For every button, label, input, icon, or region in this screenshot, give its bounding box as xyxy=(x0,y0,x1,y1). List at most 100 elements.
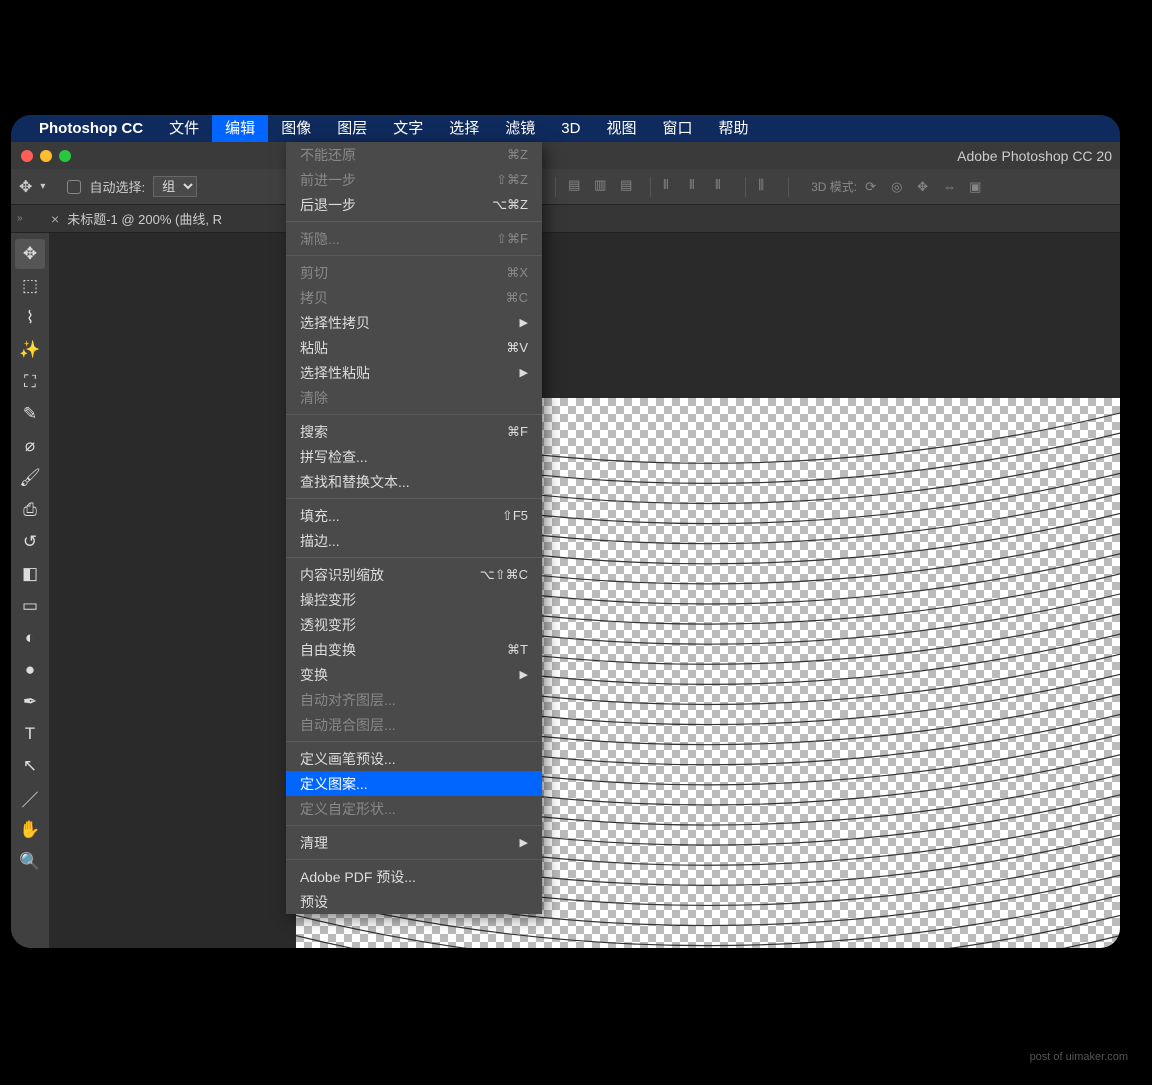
menu-layer[interactable]: 图层 xyxy=(324,115,380,142)
menu-item[interactable]: 变换▶ xyxy=(286,662,542,687)
menu-item-label: 渐隐... xyxy=(300,229,340,249)
menu-item-label: 定义自定形状... xyxy=(300,799,396,819)
healing-brush-tool[interactable]: ⌀ xyxy=(15,431,45,461)
menu-view[interactable]: 视图 xyxy=(593,115,649,142)
menu-item[interactable]: 清理▶ xyxy=(286,830,542,855)
document-tab[interactable]: 未标题-1 @ 200% (曲线, R xyxy=(67,209,222,228)
menu-item-label: 不能还原 xyxy=(300,145,356,165)
3d-rotate-icon[interactable]: ⟳ xyxy=(865,179,883,195)
eyedropper-tool[interactable]: ✎ xyxy=(15,399,45,429)
3d-camera-icon[interactable]: ▣ xyxy=(969,179,987,195)
menu-item-label: 拼写检查... xyxy=(300,447,368,467)
clone-stamp-tool[interactable]: ⎙ xyxy=(15,495,45,525)
move-tool[interactable]: ✥ xyxy=(15,239,45,269)
menu-item[interactable]: 内容识别缩放⌥⇧⌘C xyxy=(286,562,542,587)
menu-item[interactable]: 搜索⌘F xyxy=(286,419,542,444)
history-brush-tool[interactable]: ↺ xyxy=(15,527,45,557)
menu-item-label: 选择性粘贴 xyxy=(300,363,370,383)
menu-help[interactable]: 帮助 xyxy=(705,115,761,142)
menu-item[interactable]: 描边... xyxy=(286,528,542,553)
menu-window[interactable]: 窗口 xyxy=(649,115,705,142)
menu-item-label: 搜索 xyxy=(300,422,328,442)
toolbox: ✥ ⬚ ⌇ ✨ ⛶ ✎ ⌀ 🖌 ⎙ ↺ ◧ ▭ ◐ ● ✒ T ↖ ／ ✋ 🔍 xyxy=(11,233,49,948)
menu-item[interactable]: 定义画笔预设... xyxy=(286,746,542,771)
marquee-tool[interactable]: ⬚ xyxy=(15,271,45,301)
zoom-tool[interactable]: 🔍 xyxy=(15,847,45,877)
3d-mode-label: 3D 模式: xyxy=(811,178,857,195)
menu-item[interactable]: 选择性粘贴▶ xyxy=(286,360,542,385)
align-bottom-icon[interactable]: ▤ xyxy=(620,177,638,193)
menu-item-label: 透视变形 xyxy=(300,615,356,635)
magic-wand-tool[interactable]: ✨ xyxy=(15,335,45,365)
3d-orbit-icon[interactable]: ◎ xyxy=(891,179,909,195)
app-menu[interactable]: Photoshop CC xyxy=(39,115,156,142)
brush-tool[interactable]: 🖌 xyxy=(15,463,45,493)
tool-preset-dropdown-icon[interactable]: ▾ xyxy=(40,181,45,192)
workspace: ✥ ⬚ ⌇ ✨ ⛶ ✎ ⌀ 🖌 ⎙ ↺ ◧ ▭ ◐ ● ✒ T ↖ ／ ✋ 🔍 xyxy=(11,233,1120,948)
dodge-tool[interactable]: ● xyxy=(15,655,45,685)
menu-item[interactable]: 定义图案... xyxy=(286,771,542,796)
menu-3d[interactable]: 3D xyxy=(548,115,593,142)
menu-type[interactable]: 文字 xyxy=(380,115,436,142)
menu-item[interactable]: Adobe PDF 预设... xyxy=(286,864,542,889)
menu-item-label: 操控变形 xyxy=(300,590,356,610)
gradient-tool[interactable]: ▭ xyxy=(15,591,45,621)
submenu-arrow-icon: ▶ xyxy=(520,316,528,329)
menu-edit[interactable]: 编辑 xyxy=(212,115,268,142)
menu-item[interactable]: 自由变换 ⌘T xyxy=(286,637,542,662)
path-selection-tool[interactable]: ↖ xyxy=(15,751,45,781)
align-vcenter-icon[interactable]: ▥ xyxy=(594,177,612,193)
options-bar: ✥ ▾ 自动选择: 组 ▤ ▥ ▤ ▤ ▥ ▤ ⫴ ⫴ ⫴ ⫼ 3D 模式: ⟳… xyxy=(11,169,1120,205)
menu-item-shortcut: ⌥⇧⌘C xyxy=(480,567,528,583)
auto-select-checkbox[interactable] xyxy=(67,180,81,194)
3d-pan-icon[interactable]: ✥ xyxy=(917,179,935,195)
menu-item: 定义自定形状... xyxy=(286,796,542,821)
menu-item[interactable]: 后退一步⌥⌘Z xyxy=(286,192,542,217)
line-tool[interactable]: ／ xyxy=(15,783,45,813)
panel-collapse-icon[interactable]: » xyxy=(17,213,23,224)
minimize-button[interactable] xyxy=(40,150,52,162)
menu-item[interactable]: 查找和替换文本... xyxy=(286,469,542,494)
menu-item-label: 填充... xyxy=(300,506,340,526)
distribute-icon[interactable]: ⫴ xyxy=(715,177,733,193)
watermark: post of uimaker.com xyxy=(1030,1051,1128,1063)
menu-item-shortcut: ⌘C xyxy=(506,290,528,306)
menu-item-shortcut: ⌘X xyxy=(506,265,528,281)
menu-item-label: 自由变换 xyxy=(300,640,356,660)
eraser-tool[interactable]: ◧ xyxy=(15,559,45,589)
close-button[interactable] xyxy=(21,150,33,162)
lasso-tool[interactable]: ⌇ xyxy=(15,303,45,333)
auto-select-dropdown[interactable]: 组 xyxy=(153,176,197,197)
menu-item-label: 查找和替换文本... xyxy=(300,472,410,492)
titlebar: Adobe Photoshop CC 20 xyxy=(11,142,1120,169)
zoom-button[interactable] xyxy=(59,150,71,162)
distribute-h-icon[interactable]: ⫴ xyxy=(663,177,681,193)
blur-tool[interactable]: ◐ xyxy=(15,623,45,653)
menu-image[interactable]: 图像 xyxy=(268,115,324,142)
document-tabbar: » × 未标题-1 @ 200% (曲线, R xyxy=(11,205,1120,233)
3d-slide-icon[interactable]: ⇔ xyxy=(943,179,961,195)
menu-item[interactable]: 操控变形 xyxy=(286,587,542,612)
auto-select-label: 自动选择: xyxy=(89,177,145,196)
menu-item-shortcut: ⇧⌘Z xyxy=(496,172,528,188)
pen-tool[interactable]: ✒ xyxy=(15,687,45,717)
menu-item[interactable]: 选择性拷贝▶ xyxy=(286,310,542,335)
menu-item[interactable]: 填充...⇧F5 xyxy=(286,503,542,528)
menu-item-shortcut: ⌘T xyxy=(507,642,528,658)
menu-item[interactable]: 拼写检查... xyxy=(286,444,542,469)
menu-file[interactable]: 文件 xyxy=(156,115,212,142)
menu-item-label: 清理 xyxy=(300,833,328,853)
menu-filter[interactable]: 滤镜 xyxy=(492,115,548,142)
menu-item[interactable]: 透视变形 xyxy=(286,612,542,637)
app-window: Photoshop CC 文件 编辑 图像 图层 文字 选择 滤镜 3D 视图 … xyxy=(11,115,1120,948)
menu-select[interactable]: 选择 xyxy=(436,115,492,142)
align-top-icon[interactable]: ▤ xyxy=(568,177,586,193)
tab-close-icon[interactable]: × xyxy=(51,211,59,227)
distribute-v-icon[interactable]: ⫴ xyxy=(689,177,707,193)
crop-tool[interactable]: ⛶ xyxy=(15,367,45,397)
spacing-icon[interactable]: ⫼ xyxy=(758,177,776,193)
type-tool[interactable]: T xyxy=(15,719,45,749)
hand-tool[interactable]: ✋ xyxy=(15,815,45,845)
menu-item[interactable]: 预设 xyxy=(286,889,542,914)
menu-item[interactable]: 粘贴⌘V xyxy=(286,335,542,360)
